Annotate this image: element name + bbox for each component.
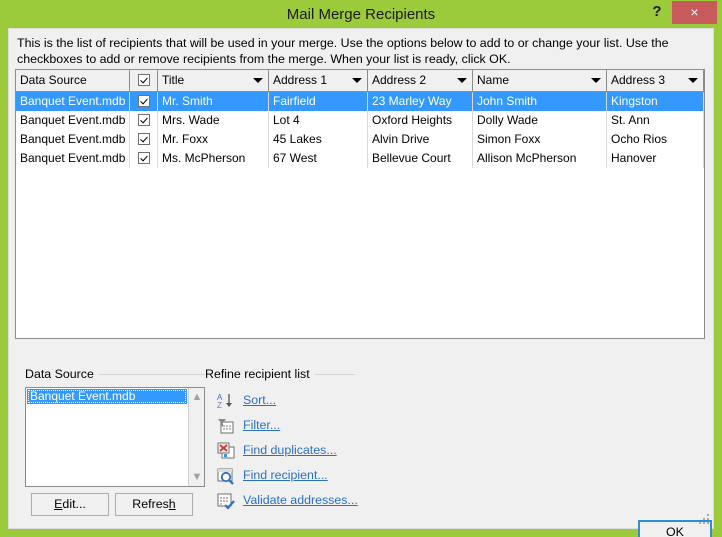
checkbox-icon[interactable] [137, 73, 150, 86]
cell-data-source[interactable]: Banquet Event.mdb [16, 149, 130, 168]
checkbox-icon[interactable] [137, 94, 150, 107]
column-header-label: Address 1 [273, 73, 328, 87]
cell-name[interactable]: John Smith [473, 92, 607, 111]
refresh-button[interactable]: Refresh [115, 493, 193, 516]
grid-body[interactable]: Banquet Event.mdb Mr. Smith Fairfield 23 Ma… [16, 92, 704, 168]
page-title: Mail Merge Recipients [286, 6, 436, 23]
edit-button-label: Edit... [54, 497, 86, 511]
cell-address2[interactable]: 23 Marley Way [368, 92, 473, 111]
chevron-down-icon[interactable] [591, 78, 601, 83]
column-header-address-3[interactable]: Address 3 [607, 70, 704, 91]
chevron-down-icon[interactable] [352, 78, 362, 83]
cell-address2[interactable]: Bellevue Court [368, 149, 473, 168]
find-recipient-magnifier-icon [217, 467, 235, 485]
refine-item-label[interactable]: Sort... [243, 393, 276, 407]
cell-address1[interactable]: 45 Lakes [269, 130, 368, 149]
refine-item-label[interactable]: Validate addresses... [243, 493, 358, 507]
cell-data-source[interactable]: Banquet Event.mdb [16, 130, 130, 149]
svg-text:Z: Z [217, 401, 222, 410]
filter-funnel-icon [217, 417, 235, 435]
checkbox-icon[interactable] [137, 132, 150, 145]
table-row[interactable]: Banquet Event.mdb Ms. McPherson 67 West Bel… [16, 149, 704, 168]
data-source-list-item[interactable]: Banquet Event.mdb [27, 389, 187, 404]
chevron-down-icon[interactable] [688, 78, 698, 83]
refine-item-label[interactable]: Find recipient... [243, 468, 328, 482]
grid-header-row[interactable]: Data Source Title Address 1 Address 2 Name Ad… [16, 70, 704, 92]
cell-address2[interactable]: Alvin Drive [368, 130, 473, 149]
sort-az-icon: AZ [217, 392, 235, 410]
mail-merge-recipients-dialog: Mail Merge Recipients ? × This is the li… [0, 0, 722, 537]
table-row[interactable]: Banquet Event.mdb Mr. Foxx 45 Lakes Alvin D… [16, 130, 704, 149]
chevron-down-icon[interactable] [253, 78, 263, 83]
table-row[interactable]: Banquet Event.mdb Mrs. Wade Lot 4 Oxford He… [16, 111, 704, 130]
data-source-scrollbar[interactable]: ▲ ▼ [188, 388, 204, 486]
cell-address3[interactable]: Ocho Rios [607, 130, 704, 149]
refine-group-label: Refine recipient list [205, 367, 315, 381]
column-header-address-2[interactable]: Address 2 [368, 70, 473, 91]
cell-title[interactable]: Ms. McPherson [158, 149, 269, 168]
chevron-down-icon[interactable] [457, 78, 467, 83]
cell-address1[interactable]: Fairfield [269, 92, 368, 111]
close-icon[interactable]: × [672, 1, 717, 24]
refine-item-label[interactable]: Find duplicates... [243, 443, 337, 457]
column-header-address-1[interactable]: Address 1 [269, 70, 368, 91]
checkbox-icon[interactable] [137, 113, 150, 126]
cell-name[interactable]: Allison McPherson [473, 149, 607, 168]
cell-address1[interactable]: 67 West [269, 149, 368, 168]
find-duplicates-icon [217, 442, 235, 460]
column-header-label: Title [162, 73, 185, 87]
data-source-listbox[interactable]: Banquet Event.mdb ▲ ▼ [25, 387, 205, 487]
cell-address2[interactable]: Oxford Heights [368, 111, 473, 130]
checkbox-icon[interactable] [137, 151, 150, 164]
validate-addresses-icon [217, 492, 235, 510]
row-include-checkbox[interactable] [130, 111, 158, 130]
refresh-button-label: Refresh [132, 497, 176, 511]
cell-data-source[interactable]: Banquet Event.mdb [16, 92, 130, 111]
cell-title[interactable]: Mrs. Wade [158, 111, 269, 130]
cell-name[interactable]: Dolly Wade [473, 111, 607, 130]
scroll-down-icon[interactable]: ▼ [189, 469, 205, 485]
resize-grip-icon[interactable] [697, 512, 711, 526]
row-include-checkbox[interactable] [130, 92, 158, 111]
column-header-label: Address 2 [372, 73, 427, 87]
dialog-client-area: This is the list of recipients that will… [8, 28, 714, 537]
cell-address3[interactable]: Hanover [607, 149, 704, 168]
edit-button[interactable]: Edit... [31, 493, 109, 516]
column-header-title[interactable]: Title [158, 70, 269, 91]
column-header-data-source[interactable]: Data Source [16, 70, 130, 91]
table-row[interactable]: Banquet Event.mdb Mr. Smith Fairfield 23 Ma… [16, 92, 704, 111]
cell-address1[interactable]: Lot 4 [269, 111, 368, 130]
column-header-label: Name [477, 73, 510, 87]
title-bar[interactable]: Mail Merge Recipients ? × [0, 0, 722, 30]
cell-title[interactable]: Mr. Smith [158, 92, 269, 111]
help-icon[interactable]: ? [645, 1, 669, 23]
cell-address3[interactable]: St. Ann [607, 111, 704, 130]
scroll-up-icon[interactable]: ▲ [189, 389, 205, 405]
cell-address3[interactable]: Kingston [607, 92, 704, 111]
refine-item-label[interactable]: Filter... [243, 418, 280, 432]
select-all-checkbox[interactable] [130, 70, 158, 91]
cell-title[interactable]: Mr. Foxx [158, 130, 269, 149]
recipients-grid[interactable]: Data Source Title Address 1 Address 2 Name Ad… [15, 69, 705, 339]
column-header-name[interactable]: Name [473, 70, 607, 91]
cell-name[interactable]: Simon Foxx [473, 130, 607, 149]
column-header-label: Address 3 [611, 73, 666, 87]
row-include-checkbox[interactable] [130, 130, 158, 149]
row-include-checkbox[interactable] [130, 149, 158, 168]
data-source-group-label: Data Source [25, 367, 99, 381]
cell-data-source[interactable]: Banquet Event.mdb [16, 111, 130, 130]
column-header-label: Data Source [20, 73, 87, 87]
instruction-text: This is the list of recipients that will… [17, 36, 669, 66]
